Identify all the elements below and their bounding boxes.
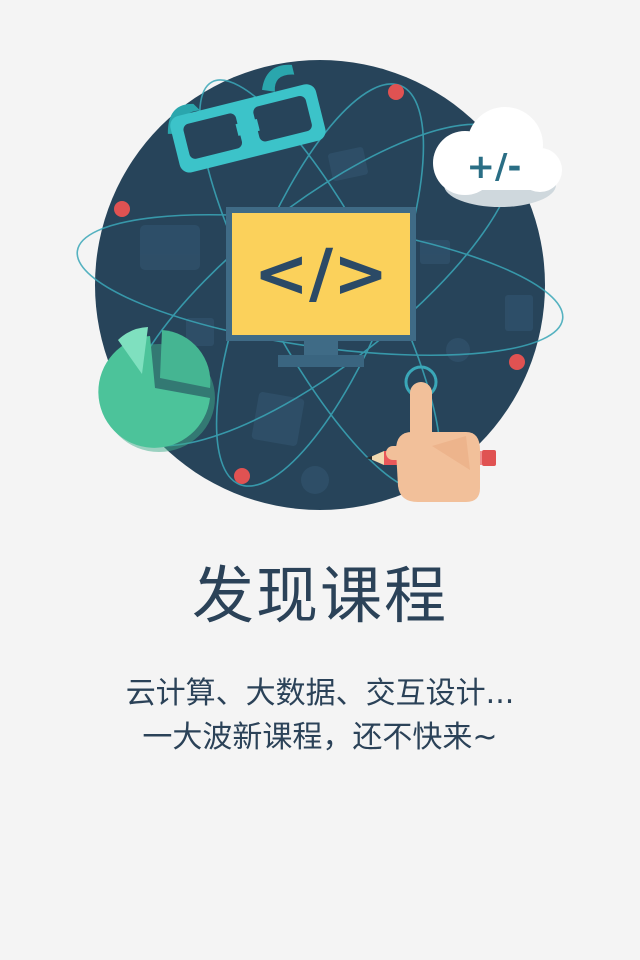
- subtitle-line-1: 云计算、大数据、交互设计...: [125, 676, 515, 711]
- subtitle-line-2: 一大波新课程，还不快来~: [142, 720, 498, 755]
- cloud-label: +/-: [466, 147, 521, 187]
- onboarding-illustration: +/- </>: [0, 0, 640, 540]
- monitor-code-symbol: </>: [254, 235, 389, 312]
- page-title: 发现课程: [191, 559, 448, 632]
